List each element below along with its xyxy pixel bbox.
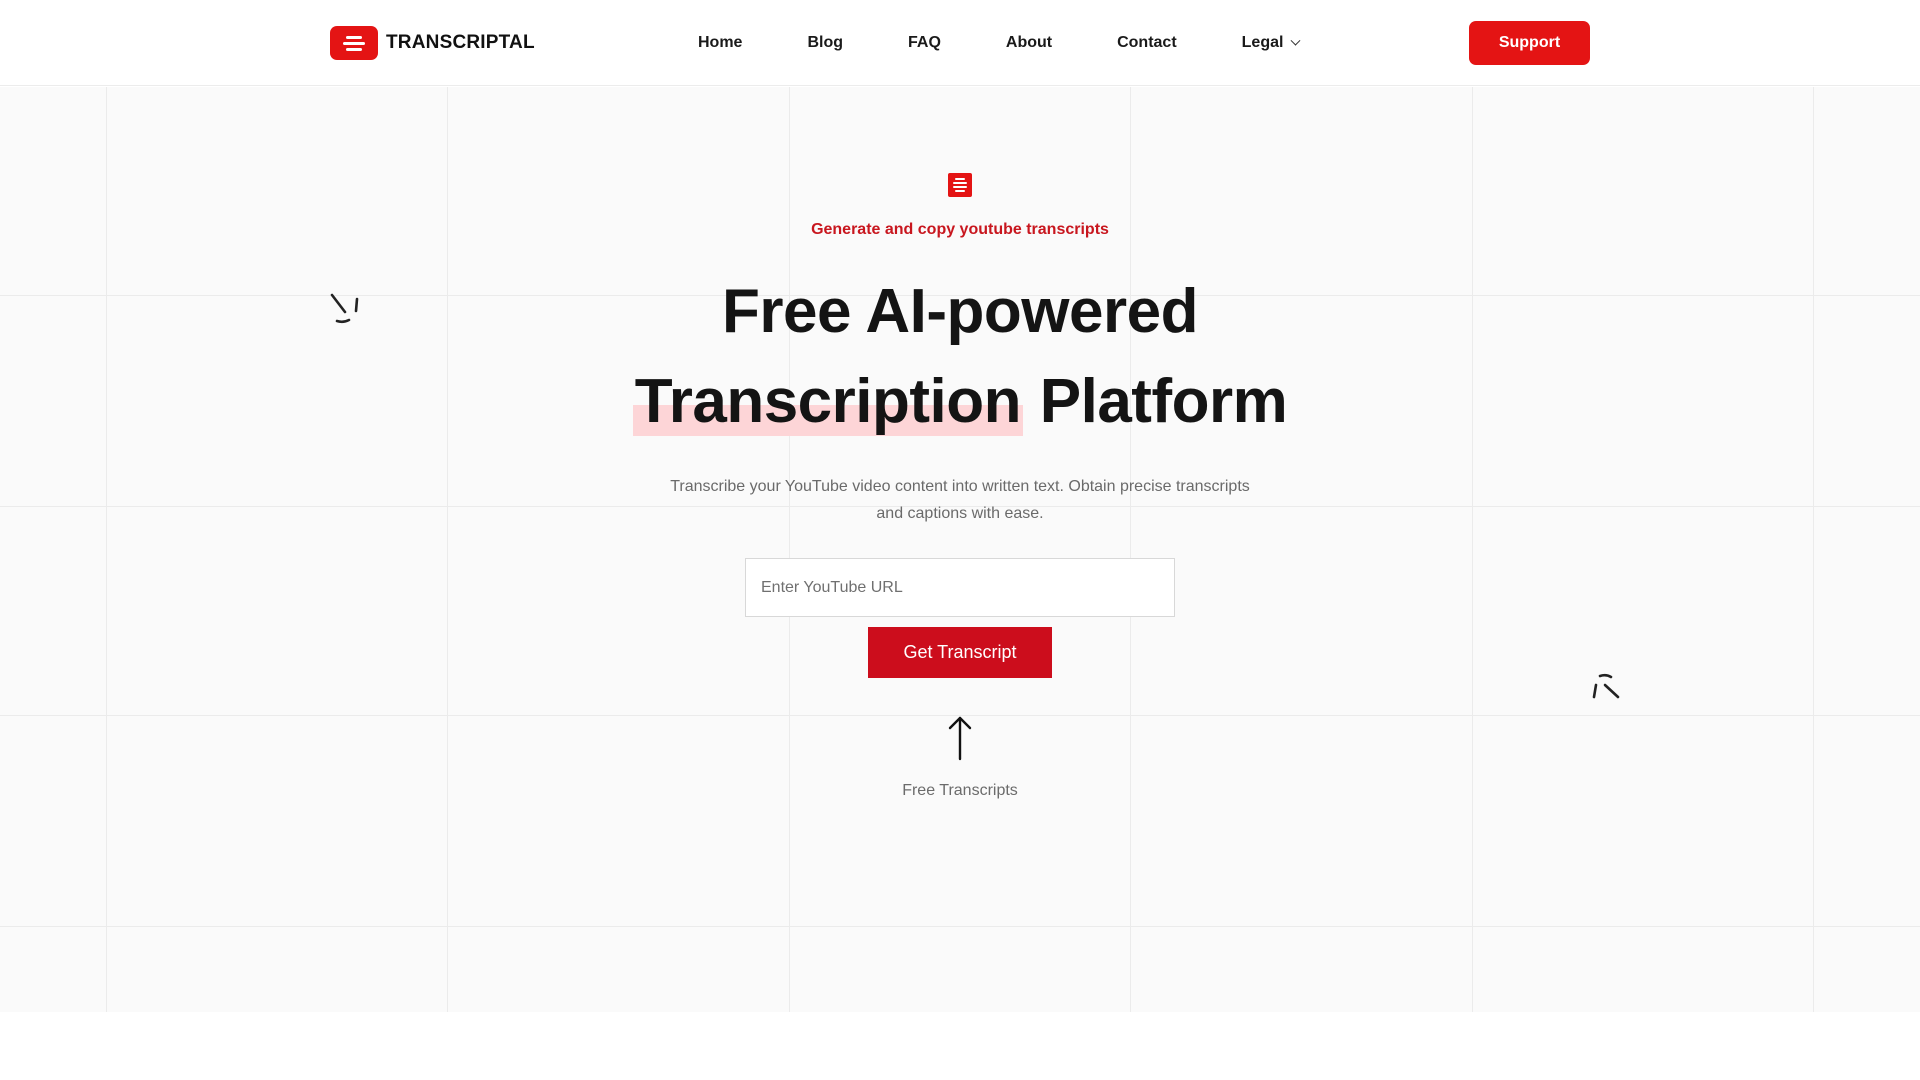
nav-item-contact[interactable]: Contact bbox=[1117, 34, 1177, 52]
headline-highlight: Transcription bbox=[632, 367, 1024, 436]
nav-item-blog[interactable]: Blog bbox=[807, 34, 843, 52]
nav-label: Blog bbox=[807, 34, 843, 51]
main-nav: Home Blog FAQ About Contact Legal bbox=[698, 0, 1301, 86]
hero-tagline: Generate and copy youtube transcripts bbox=[811, 221, 1109, 238]
chevron-down-icon bbox=[1291, 35, 1301, 46]
brand-name: TRANSCRIPTAL bbox=[386, 32, 535, 53]
nav-label: About bbox=[1005, 34, 1053, 51]
brand-logo[interactable]: TRANSCRIPTAL bbox=[330, 25, 535, 61]
arrow-up-icon bbox=[948, 716, 972, 761]
arrow-caption: Free Transcripts bbox=[902, 782, 1018, 799]
nav-item-faq[interactable]: FAQ bbox=[908, 34, 941, 52]
nav-label: Home bbox=[698, 34, 743, 51]
nav-item-about[interactable]: About bbox=[1006, 34, 1052, 52]
nav-item-home[interactable]: Home bbox=[698, 34, 742, 52]
sparkle-icon bbox=[1592, 673, 1620, 699]
support-button[interactable]: Support bbox=[1469, 21, 1590, 65]
hero-section: Generate and copy youtube transcripts Fr… bbox=[0, 87, 1920, 1012]
nav-label: Contact bbox=[1117, 34, 1177, 51]
site-header: TRANSCRIPTAL Home Blog FAQ About Contact… bbox=[0, 0, 1920, 86]
nav-item-legal-dropdown[interactable]: Legal bbox=[1241, 34, 1301, 52]
hero-description: Transcribe your YouTube video content in… bbox=[670, 478, 1250, 522]
get-transcript-button[interactable]: Get Transcript bbox=[868, 627, 1052, 678]
headline-line-1: Free AI-powered bbox=[722, 277, 1198, 346]
transcript-lines-icon bbox=[948, 173, 972, 197]
hero-headline: Free AI-powered Transcription Platform bbox=[0, 267, 1920, 447]
nav-label: FAQ bbox=[908, 34, 941, 51]
youtube-url-input[interactable] bbox=[745, 558, 1175, 617]
grid-line bbox=[0, 926, 1920, 927]
headline-rest: Platform bbox=[1039, 367, 1288, 436]
transcript-lines-icon bbox=[330, 26, 378, 60]
nav-label: Legal bbox=[1241, 34, 1284, 51]
